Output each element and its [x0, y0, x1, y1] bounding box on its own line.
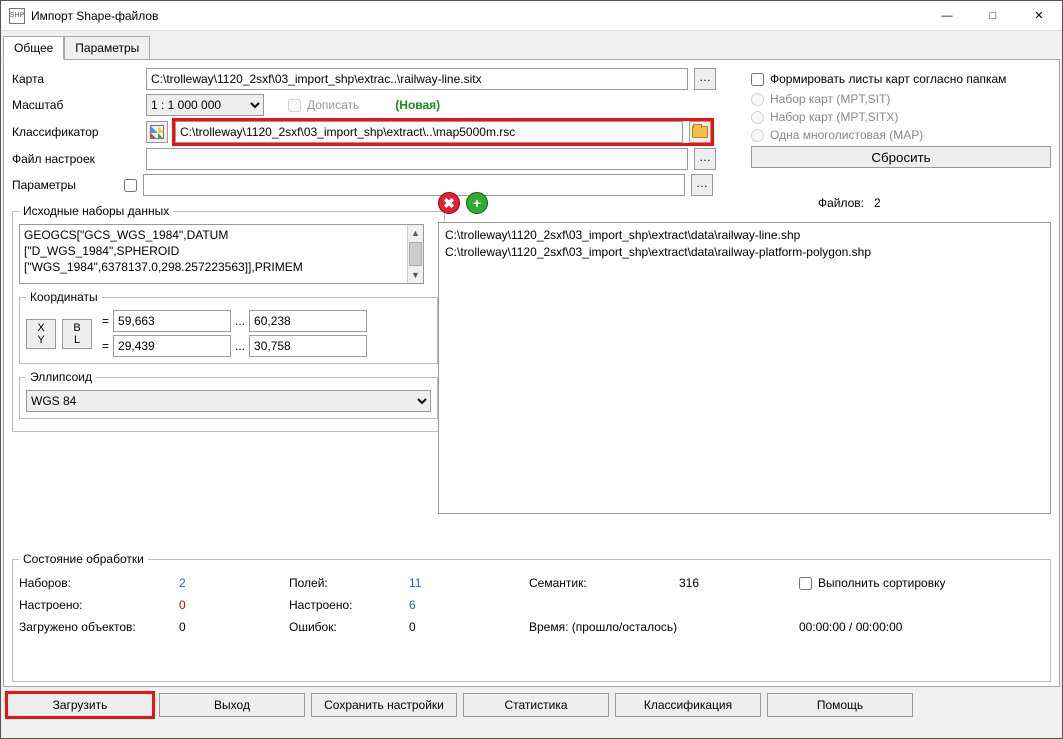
map-browse-button[interactable]: … — [694, 68, 716, 90]
exit-button[interactable]: Выход — [159, 693, 305, 717]
coord-y2[interactable] — [249, 335, 367, 357]
minimize-button[interactable]: — — [924, 1, 970, 30]
dataset-line: GEOGCS["GCS_WGS_1984",DATUM — [24, 227, 419, 243]
dataset-line: ["WGS_1984",6378137.0,298.257223563]],PR… — [24, 259, 419, 275]
classification-button[interactable]: Классификация — [615, 693, 761, 717]
classifier-browse-button[interactable] — [689, 121, 711, 143]
tab-parameters[interactable]: Параметры — [64, 36, 150, 60]
label-radio-mpt-sitx: Набор карт (MPT,SITX) — [770, 110, 898, 124]
list-item[interactable]: C:\trolleway\1120_2sxf\03_import_shp\ext… — [445, 227, 1044, 244]
dots1: ... — [231, 314, 249, 328]
settings-file-input[interactable] — [146, 148, 688, 170]
legend-ellipsoid: Эллипсоид — [26, 370, 96, 384]
settings-browse-button[interactable]: … — [694, 148, 716, 170]
value-fields: 11 — [409, 576, 529, 590]
label-radio-one-map: Одна многолистовая (MAP) — [770, 128, 923, 142]
value-sets: 2 — [179, 576, 289, 590]
legend-datasets: Исходные наборы данных — [19, 204, 173, 218]
maximize-button[interactable]: □ — [970, 1, 1016, 30]
scroll-up-icon[interactable]: ▲ — [408, 225, 423, 241]
xy-button[interactable]: X Y — [26, 319, 56, 349]
label-form-sheets: Формировать листы карт согласно папкам — [770, 72, 1006, 86]
append-checkbox — [288, 99, 301, 112]
app-icon: SHP — [9, 8, 25, 24]
folder-icon — [692, 126, 708, 138]
radio-mpt-sit — [751, 93, 764, 106]
value-tuned: 0 — [179, 598, 289, 612]
legend-coords: Координаты — [26, 290, 102, 304]
label-semantics: Семантик: — [529, 576, 679, 590]
palette-icon — [150, 125, 164, 139]
tab-general[interactable]: Общее — [3, 36, 64, 60]
label-classifier: Классификатор — [12, 125, 140, 139]
label-sort: Выполнить сортировку — [818, 576, 945, 590]
legend-status: Состояние обработки — [19, 552, 148, 566]
eq2: = — [98, 339, 113, 353]
map-path-input[interactable] — [146, 68, 688, 90]
ellipsoid-select[interactable]: WGS 84 — [26, 390, 431, 412]
value-tuned2: 6 — [409, 598, 529, 612]
label-scale: Масштаб — [12, 98, 140, 112]
scroll-thumb[interactable] — [409, 242, 422, 266]
file-list[interactable]: C:\trolleway\1120_2sxf\03_import_shp\ext… — [438, 222, 1051, 514]
radio-one-map — [751, 129, 764, 142]
files-label: Файлов: — [818, 196, 864, 210]
load-button[interactable]: Загрузить — [7, 693, 153, 717]
label-new: (Новая) — [395, 98, 440, 112]
scale-select[interactable]: 1 : 1 000 000 — [146, 94, 264, 116]
eq1: = — [98, 314, 113, 328]
bl-button[interactable]: B L — [62, 319, 92, 349]
remove-file-button[interactable]: ✖ — [438, 192, 460, 214]
value-errors: 0 — [409, 620, 529, 634]
sort-checkbox[interactable] — [799, 577, 812, 590]
label-tuned2: Настроено: — [289, 598, 409, 612]
coord-x2[interactable] — [249, 310, 367, 332]
label-radio-mpt-sit: Набор карт (MPT,SIT) — [770, 92, 890, 106]
classifier-path-input[interactable] — [175, 121, 683, 143]
parameters-checkbox[interactable] — [124, 179, 137, 192]
label-loaded: Загружено объектов: — [19, 620, 179, 634]
value-loaded: 0 — [179, 620, 289, 634]
form-sheets-checkbox[interactable] — [751, 73, 764, 86]
files-count: 2 — [874, 196, 881, 210]
coord-x1[interactable] — [113, 310, 231, 332]
label-fields: Полей: — [289, 576, 409, 590]
scroll-down-icon[interactable]: ▼ — [408, 267, 423, 283]
label-parameters: Параметры — [12, 178, 118, 192]
value-semantics: 316 — [679, 576, 799, 590]
label-settings-file: Файл настроек — [12, 152, 140, 166]
value-time: 00:00:00 / 00:00:00 — [799, 620, 1044, 634]
reset-button[interactable]: Сбросить — [751, 146, 1051, 168]
coord-y1[interactable] — [113, 335, 231, 357]
window-title: Импорт Shape-файлов — [31, 9, 924, 23]
close-button[interactable]: ✕ — [1016, 1, 1062, 30]
label-tuned: Настроено: — [19, 598, 179, 612]
classifier-color-button[interactable] — [146, 121, 168, 143]
label-sets: Наборов: — [19, 576, 179, 590]
statistics-button[interactable]: Статистика — [463, 693, 609, 717]
radio-mpt-sitx — [751, 111, 764, 124]
dots2: ... — [231, 339, 249, 353]
label-errors: Ошибок: — [289, 620, 409, 634]
list-item[interactable]: C:\trolleway\1120_2sxf\03_import_shp\ext… — [445, 244, 1044, 261]
dataset-textarea[interactable]: GEOGCS["GCS_WGS_1984",DATUM ["D_WGS_1984… — [19, 224, 424, 284]
label-time: Время: (прошло/осталось) — [529, 620, 679, 634]
scrollbar[interactable]: ▲ ▼ — [407, 225, 423, 283]
label-map: Карта — [12, 72, 140, 86]
add-file-button[interactable]: + — [466, 192, 488, 214]
dataset-line: ["D_WGS_1984",SPHEROID — [24, 243, 419, 259]
save-settings-button[interactable]: Сохранить настройки — [311, 693, 457, 717]
help-button[interactable]: Помощь — [767, 693, 913, 717]
label-append: Дописать — [307, 98, 359, 112]
